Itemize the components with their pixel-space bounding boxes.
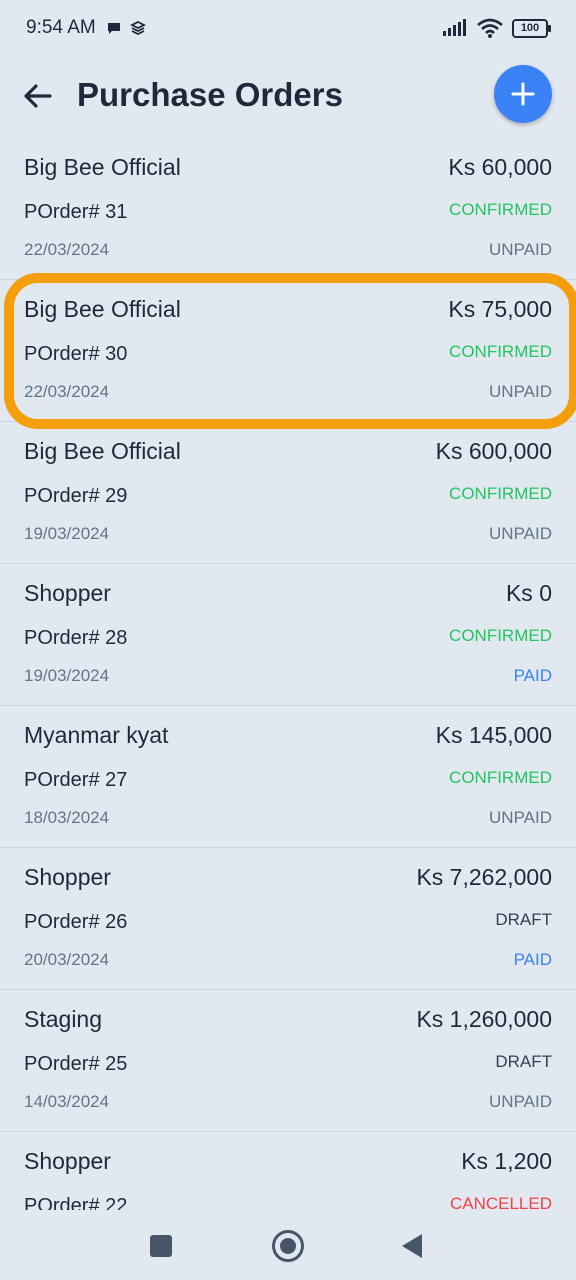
order-status: CANCELLED	[449, 1194, 552, 1210]
arrow-left-icon	[24, 84, 52, 108]
chat-bubble-icon	[108, 23, 120, 34]
order-amount: Ks 0	[505, 580, 552, 606]
home-button[interactable]	[272, 1230, 304, 1262]
order-date: 22/03/2024	[24, 382, 110, 401]
order-status: CONFIRMED	[449, 342, 552, 361]
order-amount: Ks 600,000	[435, 438, 552, 464]
payment-status: UNPAID	[489, 240, 552, 259]
order-row[interactable]: Shopper Ks 1,200 POrder# 22 CANCELLED	[0, 1132, 576, 1210]
order-date: 20/03/2024	[24, 950, 110, 969]
order-row[interactable]: Shopper Ks 0 POrder# 28 CONFIRMED 19/03/…	[0, 564, 576, 706]
add-purchase-order-button[interactable]	[494, 65, 552, 123]
vendor-name: Shopper	[24, 1148, 111, 1174]
order-number: POrder# 28	[24, 627, 128, 649]
order-row[interactable]: Myanmar kyat Ks 145,000 POrder# 27 CONFI…	[0, 706, 576, 848]
order-status: CONFIRMED	[449, 484, 552, 503]
order-row[interactable]: Big Bee Official Ks 60,000 POrder# 31 CO…	[0, 138, 576, 280]
order-status: CONFIRMED	[449, 768, 552, 787]
layers-icon	[130, 20, 146, 36]
system-nav-bar	[0, 1210, 576, 1280]
order-amount: Ks 7,262,000	[416, 864, 552, 890]
order-row[interactable]: Big Bee Official Ks 75,000 POrder# 30 CO…	[0, 280, 576, 422]
order-number: POrder# 29	[24, 485, 128, 507]
payment-status: UNPAID	[489, 1092, 552, 1111]
vendor-name: Big Bee Official	[24, 438, 181, 464]
payment-status: PAID	[513, 950, 552, 969]
status-left-icons	[106, 20, 146, 36]
vendor-name: Big Bee Official	[24, 296, 181, 322]
battery-icon: 100	[512, 18, 551, 38]
payment-status: PAID	[513, 666, 552, 685]
order-date: 19/03/2024	[24, 666, 110, 685]
app-header: Purchase Orders	[0, 58, 576, 138]
order-number: POrder# 30	[24, 343, 128, 365]
order-date: 19/03/2024	[24, 524, 110, 543]
order-row[interactable]: Big Bee Official Ks 600,000 POrder# 29 C…	[0, 422, 576, 564]
vendor-name: Big Bee Official	[24, 154, 181, 180]
order-status: CONFIRMED	[449, 626, 552, 645]
order-amount: Ks 1,200	[461, 1148, 552, 1174]
system-back-button[interactable]	[402, 1234, 422, 1258]
signal-icon	[443, 19, 466, 36]
vendor-name: Staging	[24, 1006, 103, 1032]
order-row[interactable]: Staging Ks 1,260,000 POrder# 25 DRAFT 14…	[0, 990, 576, 1132]
back-button[interactable]	[20, 78, 56, 114]
order-status: CONFIRMED	[449, 200, 552, 219]
recent-apps-button[interactable]	[150, 1235, 172, 1257]
order-amount: Ks 145,000	[435, 722, 552, 748]
page-title: Purchase Orders	[77, 76, 343, 113]
order-number: POrder# 27	[24, 769, 128, 791]
order-amount: Ks 75,000	[448, 296, 552, 322]
payment-status: UNPAID	[489, 382, 552, 401]
order-row[interactable]: Shopper Ks 7,262,000 POrder# 26 DRAFT 20…	[0, 848, 576, 990]
status-bar: 9:54 AM 100	[0, 0, 576, 58]
status-time: 9:54 AM	[26, 17, 96, 38]
vendor-name: Shopper	[24, 864, 111, 890]
order-date: 18/03/2024	[24, 808, 110, 827]
vendor-name: Myanmar kyat	[24, 722, 169, 748]
wifi-icon	[477, 18, 503, 38]
status-right-icons: 100	[442, 18, 551, 38]
order-number: POrder# 25	[24, 1053, 128, 1075]
payment-status: UNPAID	[489, 808, 552, 827]
order-number: POrder# 22	[24, 1195, 128, 1210]
order-amount: Ks 1,260,000	[416, 1006, 552, 1032]
order-date: 22/03/2024	[24, 240, 110, 259]
order-date: 14/03/2024	[24, 1092, 110, 1111]
order-status: DRAFT	[495, 910, 552, 929]
order-number: POrder# 26	[24, 911, 128, 933]
payment-status: UNPAID	[489, 524, 552, 543]
purchase-order-list: Big Bee Official Ks 60,000 POrder# 31 CO…	[0, 138, 576, 1210]
order-amount: Ks 60,000	[448, 154, 552, 180]
vendor-name: Shopper	[24, 580, 111, 606]
order-status: DRAFT	[495, 1052, 552, 1071]
plus-icon	[511, 82, 535, 106]
order-number: POrder# 31	[24, 201, 128, 223]
